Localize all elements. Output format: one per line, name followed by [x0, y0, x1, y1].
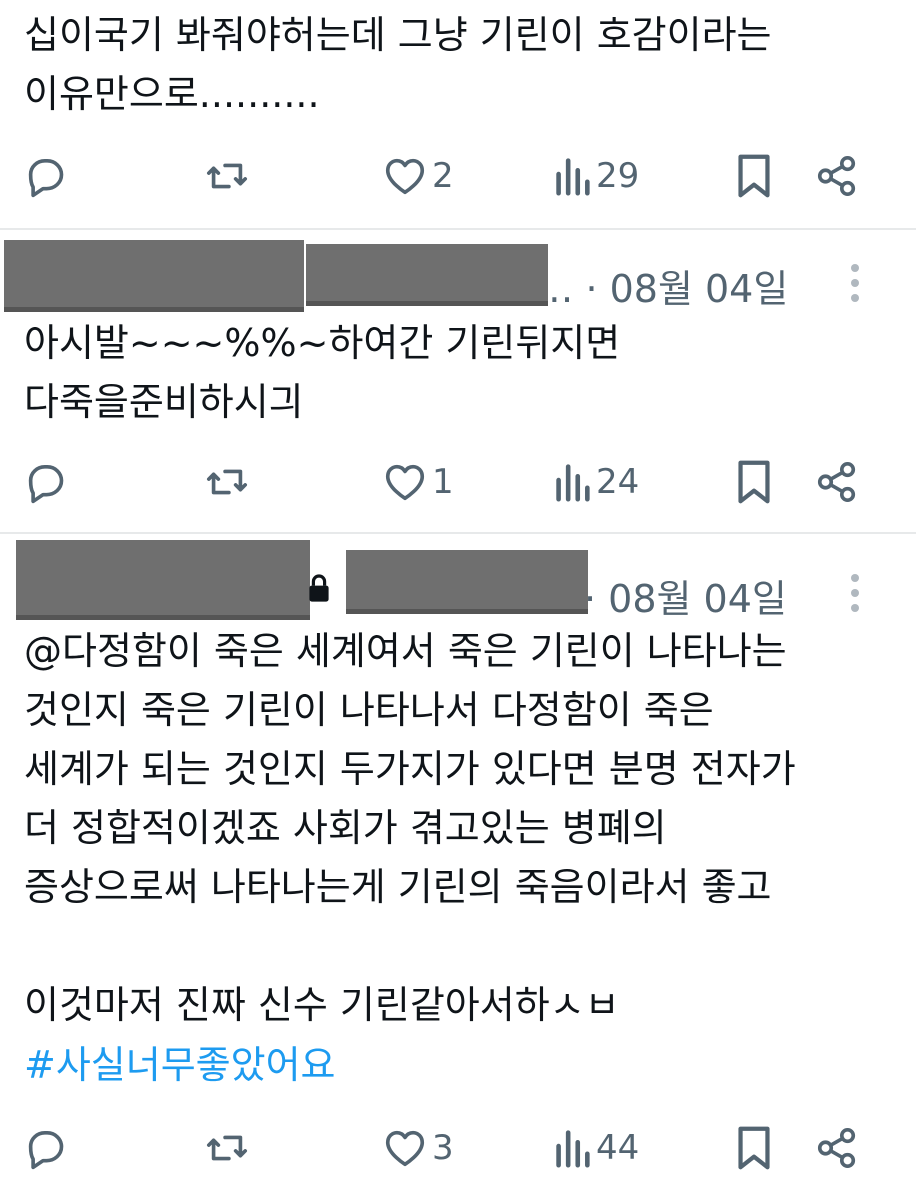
more-icon[interactable]	[850, 264, 860, 309]
bookmark-button[interactable]	[732, 1118, 776, 1178]
bookmark-icon	[738, 1126, 770, 1170]
views-icon	[556, 158, 590, 196]
repost-icon	[206, 163, 248, 189]
post-text: 아시발~~~%%~하여간 기린뒤지면 다죽을준비하시긔	[24, 321, 621, 424]
action-bar: 2 29	[0, 146, 916, 206]
reply-button[interactable]	[22, 452, 68, 512]
redacted-username	[346, 550, 588, 614]
share-icon	[817, 1127, 856, 1169]
repost-button[interactable]	[202, 452, 252, 512]
post-text: 십이국기 봐줘야허는데 그냥 기린이 호감이라는 이유만으로..........	[24, 13, 772, 116]
action-bar: 3 44	[0, 1118, 916, 1178]
lock-icon	[309, 574, 329, 602]
post-text: @다정함이 죽은 세계여서 죽은 기린이 나타나는 것인지 죽은 기린이 나타나…	[24, 629, 796, 1027]
views-icon	[556, 1130, 590, 1168]
repost-icon	[206, 1135, 248, 1161]
reply-icon	[28, 1131, 64, 1170]
share-icon	[817, 461, 856, 503]
reply-button[interactable]	[22, 146, 68, 206]
views-icon	[556, 464, 590, 502]
like-count: 2	[432, 156, 454, 196]
share-button[interactable]	[814, 1118, 860, 1178]
reply-icon	[28, 159, 64, 198]
hashtag-link[interactable]: #사실너무좋았어요	[24, 1036, 876, 1095]
like-icon	[385, 464, 425, 501]
share-icon	[817, 155, 856, 197]
post-timestamp[interactable]: ‥ · 08월 04일	[548, 258, 788, 313]
bookmark-icon	[738, 460, 770, 504]
post-timestamp[interactable]: · 08월 04일	[584, 568, 787, 623]
views-button[interactable]: 29	[552, 146, 639, 206]
bookmark-button[interactable]	[732, 146, 776, 206]
bookmark-button[interactable]	[732, 452, 776, 512]
like-button[interactable]: 3	[382, 1118, 454, 1178]
reply-icon	[28, 465, 64, 504]
like-count: 3	[432, 1128, 454, 1168]
views-count: 24	[596, 462, 640, 502]
like-count: 1	[432, 462, 454, 502]
repost-icon	[206, 469, 248, 495]
more-icon[interactable]	[850, 574, 860, 619]
redacted-username	[306, 244, 548, 306]
views-button[interactable]: 24	[552, 452, 639, 512]
views-button[interactable]: 44	[552, 1118, 639, 1178]
redacted-display-name	[4, 240, 304, 312]
share-button[interactable]	[814, 146, 860, 206]
like-icon	[385, 158, 425, 195]
views-count: 29	[596, 156, 640, 196]
like-button[interactable]: 2	[382, 146, 454, 206]
reply-button[interactable]	[22, 1118, 68, 1178]
views-count: 44	[596, 1128, 640, 1168]
repost-button[interactable]	[202, 146, 252, 206]
post-1[interactable]: 십이국기 봐줘야허는데 그냥 기린이 호감이라는 이유만으로..........…	[0, 0, 916, 228]
action-bar: 1 24	[0, 452, 916, 512]
bookmark-icon	[738, 154, 770, 198]
post-2[interactable]: ‥ · 08월 04일 아시발~~~%%~하여간 기린뒤지면 다죽을준비하시긔 …	[0, 230, 916, 530]
repost-button[interactable]	[202, 1118, 252, 1178]
redacted-display-name	[16, 540, 310, 620]
share-button[interactable]	[814, 452, 860, 512]
post-3[interactable]: · 08월 04일 @다정함이 죽은 세계여서 죽은 기린이 나타나는 것인지 …	[0, 534, 916, 1196]
like-button[interactable]: 1	[382, 452, 454, 512]
like-icon	[385, 1130, 425, 1167]
